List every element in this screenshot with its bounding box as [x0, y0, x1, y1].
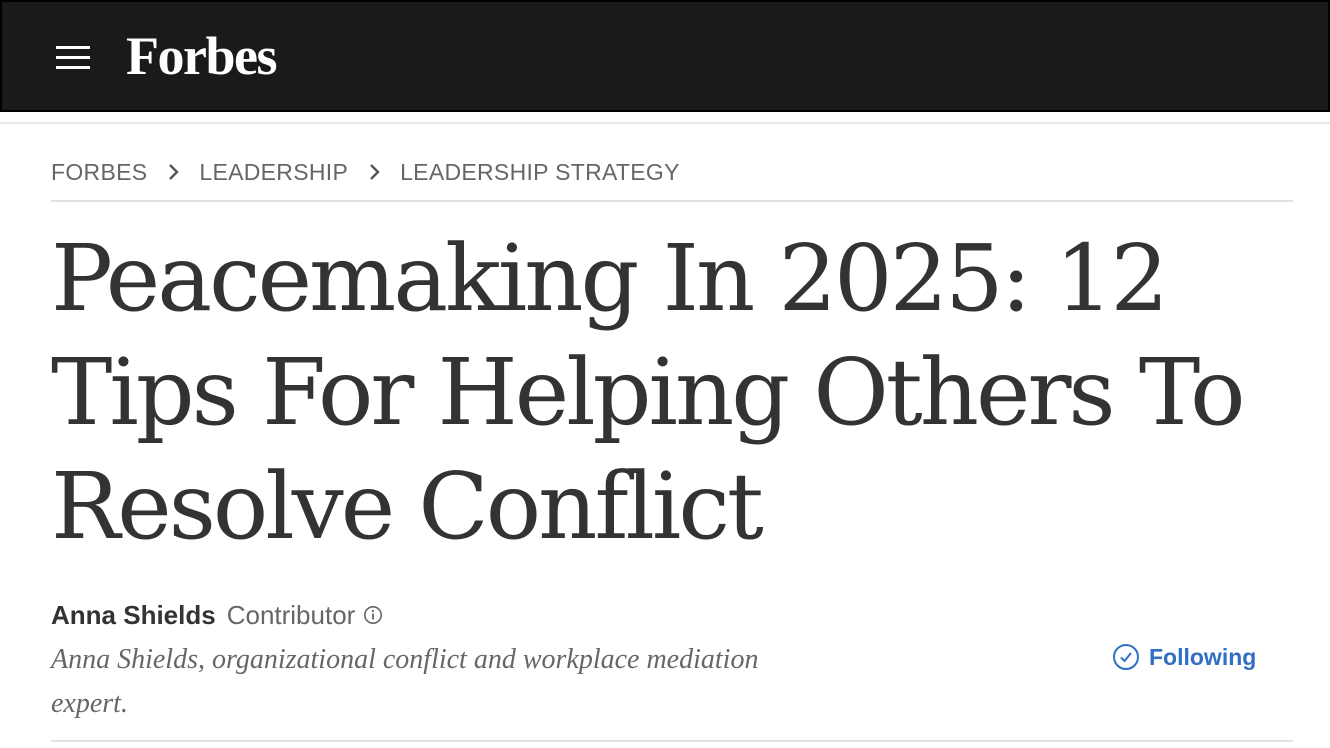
chevron-right-icon	[169, 164, 180, 180]
following-label: Following	[1149, 643, 1257, 670]
breadcrumb-divider	[51, 200, 1293, 202]
author-bio: Anna Shields, organizational conflict an…	[51, 644, 759, 719]
breadcrumb-item-leadership[interactable]: LEADERSHIP	[199, 159, 348, 186]
header-divider	[0, 122, 1330, 124]
article-title: Peacemaking In 2025: 12 Tips For Helping…	[51, 225, 1246, 560]
top-navigation-bar: Forbes	[0, 0, 1330, 112]
hamburger-menu-icon[interactable]	[56, 44, 92, 72]
author-role: Contributor	[226, 599, 356, 630]
breadcrumb-item-leadership-strategy[interactable]: LEADERSHIP STRATEGY	[400, 159, 680, 186]
author-name[interactable]: Anna Shields	[51, 600, 216, 631]
following-button[interactable]: Following	[1112, 640, 1256, 674]
check-circle-icon	[1113, 644, 1139, 670]
breadcrumb: FORBES LEADERSHIP LEADERSHIP STRATEGY	[51, 150, 680, 194]
byline-divider	[51, 740, 1293, 742]
forbes-logo[interactable]: Forbes	[126, 24, 277, 88]
author-byline: Anna Shields Contributor	[51, 596, 383, 634]
breadcrumb-item-forbes[interactable]: FORBES	[51, 159, 147, 186]
info-icon[interactable]	[363, 605, 383, 625]
chevron-right-icon	[370, 164, 380, 180]
